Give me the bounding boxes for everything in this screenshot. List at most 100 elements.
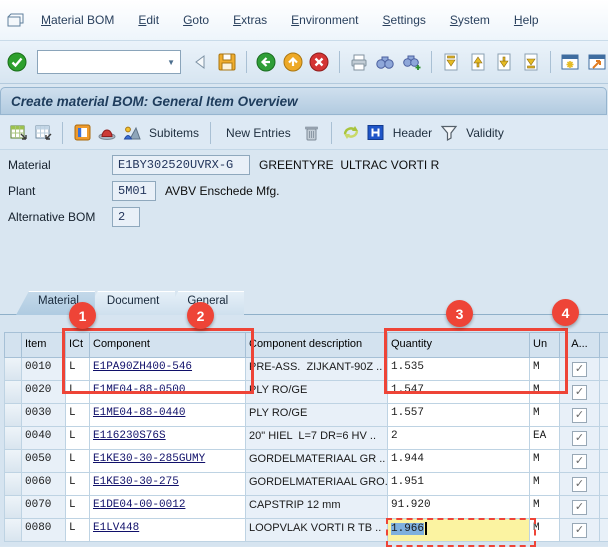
cell-component[interactable]: E1KE30-30-275 xyxy=(90,473,246,496)
system-menu-icon[interactable] xyxy=(6,12,24,28)
col-assembly[interactable]: A... xyxy=(560,332,600,358)
select-all-icon[interactable] xyxy=(8,123,28,143)
validity-icon[interactable] xyxy=(439,123,459,143)
cell-unit[interactable]: M xyxy=(530,358,560,381)
enter-icon[interactable] xyxy=(6,50,29,74)
cell-ict[interactable]: L xyxy=(66,519,90,542)
cell-unit[interactable]: EA xyxy=(530,427,560,450)
subitems-button[interactable]: Subitems xyxy=(147,126,201,140)
cell-unit[interactable]: M xyxy=(530,381,560,404)
cell-ict[interactable]: L xyxy=(66,496,90,519)
col-quantity[interactable]: Quantity xyxy=(388,332,530,358)
create-shortcut-icon[interactable] xyxy=(586,50,608,74)
cell-unit[interactable]: M xyxy=(530,519,560,542)
delete-icon[interactable] xyxy=(302,123,322,143)
cell-quantity[interactable]: 1.535 xyxy=(388,358,530,381)
header-icon[interactable] xyxy=(366,123,386,143)
cell-component[interactable]: E1PA90ZH400-546 xyxy=(90,358,246,381)
refresh-icon[interactable] xyxy=(341,123,361,143)
exit-icon[interactable] xyxy=(282,50,305,74)
row-selector[interactable] xyxy=(4,519,22,542)
cell-unit[interactable]: M xyxy=(530,450,560,473)
cell-component[interactable]: E116230S76S xyxy=(90,427,246,450)
row-selector[interactable] xyxy=(4,381,22,404)
menu-system[interactable]: System xyxy=(439,10,501,30)
assembly-checkbox[interactable] xyxy=(572,454,587,469)
material-input[interactable]: E1BY302520UVRX-G xyxy=(112,155,250,175)
menu-settings[interactable]: Settings xyxy=(372,10,437,30)
back-nav-icon[interactable] xyxy=(189,50,212,74)
cell-quantity[interactable]: 2 xyxy=(388,427,530,450)
cell-component[interactable]: E1LV448 xyxy=(90,519,246,542)
cell-component[interactable]: E1DE04-00-0012 xyxy=(90,496,246,519)
chevron-down-icon[interactable]: ▼ xyxy=(162,58,180,67)
validity-button[interactable]: Validity xyxy=(464,126,506,140)
menu-extras[interactable]: Extras xyxy=(222,10,278,30)
assembly-checkbox[interactable] xyxy=(572,477,587,492)
assembly-checkbox[interactable] xyxy=(572,431,587,446)
menu-help[interactable]: Help xyxy=(503,10,550,30)
assembly-checkbox[interactable] xyxy=(572,523,587,538)
select-all-header[interactable] xyxy=(4,332,22,358)
new-session-icon[interactable] xyxy=(559,50,582,74)
row-selector[interactable] xyxy=(4,496,22,519)
plant-input[interactable]: 5M01 xyxy=(112,181,156,201)
cell-quantity[interactable]: 1.951 xyxy=(388,473,530,496)
menu-environment[interactable]: Environment xyxy=(280,10,369,30)
cell-ict[interactable]: L xyxy=(66,473,90,496)
tab-general[interactable]: General xyxy=(165,291,244,315)
new-entries-button[interactable]: New Entries xyxy=(220,125,297,141)
print-icon[interactable] xyxy=(348,50,371,74)
cell-quantity[interactable]: 1.547 xyxy=(388,381,530,404)
deselect-all-icon[interactable] xyxy=(33,123,53,143)
find-next-icon[interactable] xyxy=(401,50,424,74)
cell-ict[interactable]: L xyxy=(66,358,90,381)
menu-material-bom[interactable]: Material BOM xyxy=(30,10,125,30)
row-selector[interactable] xyxy=(4,404,22,427)
cell-quantity[interactable]: 91.920 xyxy=(388,496,530,519)
cell-component[interactable]: E1ME04-88-0440 xyxy=(90,404,246,427)
cell-item[interactable]: 0040 xyxy=(22,427,66,450)
cell-item[interactable]: 0010 xyxy=(22,358,66,381)
assembly-checkbox[interactable] xyxy=(572,385,587,400)
assembly-checkbox[interactable] xyxy=(572,500,587,515)
col-unit[interactable]: Un xyxy=(530,332,560,358)
row-selector[interactable] xyxy=(4,358,22,381)
col-ict[interactable]: ICt xyxy=(66,332,90,358)
assembly-checkbox[interactable] xyxy=(572,362,587,377)
prev-page-icon[interactable] xyxy=(467,50,490,74)
cell-quantity[interactable]: 1.944 xyxy=(388,450,530,473)
item-detail-icon[interactable] xyxy=(72,123,92,143)
cell-item[interactable]: 0030 xyxy=(22,404,66,427)
cell-ict[interactable]: L xyxy=(66,450,90,473)
cell-ict[interactable]: L xyxy=(66,427,90,450)
cell-quantity[interactable]: 1.557 xyxy=(388,404,530,427)
cell-component[interactable]: E1ME04-88-0500 xyxy=(90,381,246,404)
command-field[interactable]: ▼ xyxy=(37,50,182,74)
col-component[interactable]: Component xyxy=(90,332,246,358)
cancel-icon[interactable] xyxy=(308,50,331,74)
sort-hat-icon[interactable] xyxy=(97,123,117,143)
assembly-checkbox[interactable] xyxy=(572,408,587,423)
first-page-icon[interactable] xyxy=(440,50,463,74)
menu-goto[interactable]: Goto xyxy=(172,10,220,30)
cell-ict[interactable]: L xyxy=(66,381,90,404)
quantity-edit-cell[interactable]: 1.966 xyxy=(388,519,530,542)
cell-item[interactable]: 0070 xyxy=(22,496,66,519)
last-page-icon[interactable] xyxy=(520,50,543,74)
tab-document[interactable]: Document xyxy=(85,291,175,315)
row-selector[interactable] xyxy=(4,473,22,496)
row-selector[interactable] xyxy=(4,427,22,450)
cell-item[interactable]: 0080 xyxy=(22,519,66,542)
col-component-description[interactable]: Component description xyxy=(246,332,388,358)
tab-material[interactable]: Material xyxy=(16,291,95,315)
col-item[interactable]: Item xyxy=(22,332,66,358)
cell-item[interactable]: 0050 xyxy=(22,450,66,473)
subitems-icon[interactable] xyxy=(122,123,142,143)
cell-unit[interactable]: M xyxy=(530,473,560,496)
cell-ict[interactable]: L xyxy=(66,404,90,427)
alternative-bom-input[interactable]: 2 xyxy=(112,207,140,227)
save-icon[interactable] xyxy=(216,50,239,74)
menu-edit[interactable]: Edit xyxy=(127,10,170,30)
find-icon[interactable] xyxy=(374,50,397,74)
